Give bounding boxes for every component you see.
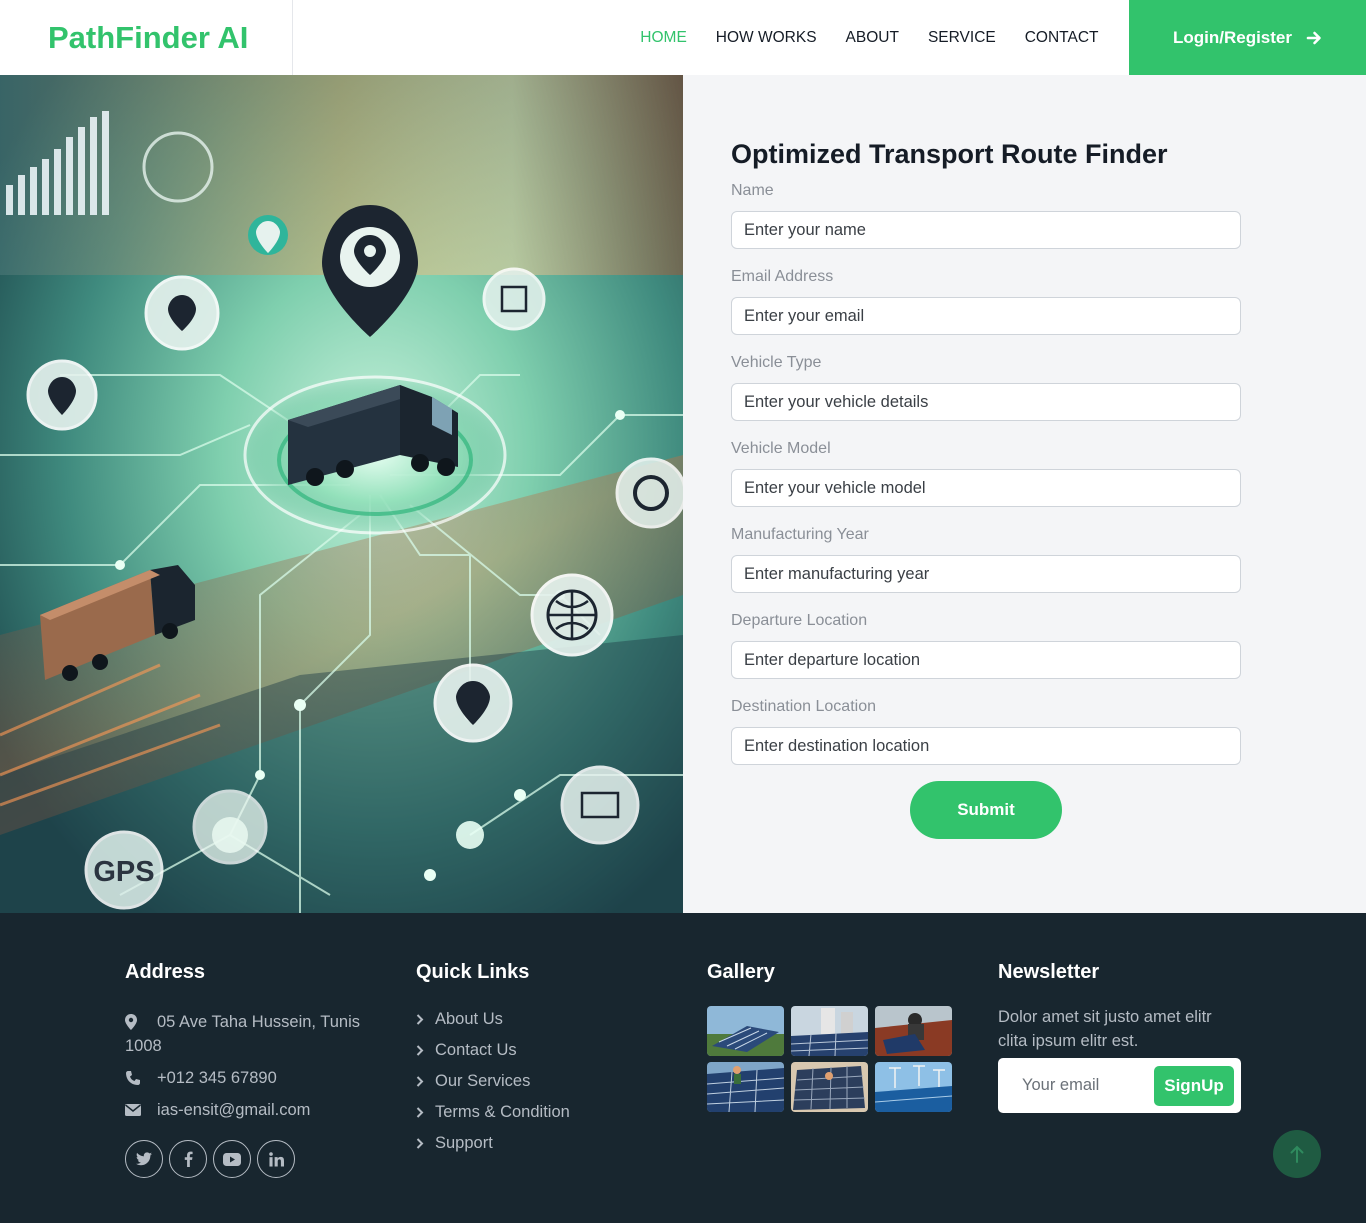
vehicle-type-label: Vehicle Type xyxy=(731,354,822,371)
newsletter-form: SignUp xyxy=(998,1058,1241,1113)
footer: Address 05 Ave Taha Hussein, Tunis 1008 … xyxy=(0,913,1366,1223)
manufacturing-year-label: Manufacturing Year xyxy=(731,526,869,543)
address-title: Address xyxy=(125,961,206,983)
address-phone: +012 345 67890 xyxy=(125,1066,375,1090)
quick-link-label: Contact Us xyxy=(435,1041,517,1059)
nav-links: HOME HOW WORKS ABOUT SERVICE CONTACT xyxy=(293,0,1129,75)
gps-route-illustration: GPS xyxy=(0,75,683,913)
quick-link-about-us[interactable]: About Us xyxy=(416,1004,656,1035)
address-email-text: ias-ensit@gmail.com xyxy=(157,1101,311,1119)
nav-home[interactable]: HOME xyxy=(640,29,687,47)
chevron-right-icon xyxy=(416,1014,435,1025)
quick-links-list: About Us Contact Us Our Services Terms &… xyxy=(416,1004,656,1159)
footer-gallery: Gallery xyxy=(707,961,957,1112)
footer-newsletter: Newsletter Dolor amet sit justo amet eli… xyxy=(998,961,1248,1113)
quick-link-label: About Us xyxy=(435,1010,503,1028)
destination-location-input[interactable] xyxy=(731,727,1241,765)
address-street-text: 05 Ave Taha Hussein, Tunis 1008 xyxy=(125,1013,361,1055)
phone-icon xyxy=(125,1066,157,1090)
gallery-thumb[interactable] xyxy=(791,1006,868,1056)
login-register-button[interactable]: Login/Register xyxy=(1129,0,1366,75)
name-label: Name xyxy=(731,182,774,199)
quick-link-support[interactable]: Support xyxy=(416,1128,656,1159)
quick-link-our-services[interactable]: Our Services xyxy=(416,1066,656,1097)
arrow-right-icon xyxy=(1306,31,1321,44)
chevron-right-icon xyxy=(416,1045,435,1056)
gallery-thumb[interactable] xyxy=(875,1006,952,1056)
route-finder-panel: Optimized Transport Route Finder Name Em… xyxy=(683,75,1366,913)
nav-about[interactable]: ABOUT xyxy=(846,29,899,47)
gallery-thumb[interactable] xyxy=(791,1062,868,1112)
gallery-thumb[interactable] xyxy=(875,1062,952,1112)
submit-container: Submit xyxy=(731,781,1241,839)
twitter-icon[interactable] xyxy=(125,1140,163,1178)
gallery-thumb[interactable] xyxy=(707,1062,784,1112)
vehicle-type-input[interactable] xyxy=(731,383,1241,421)
brand-container: PathFinder AI xyxy=(0,0,293,75)
linkedin-icon[interactable] xyxy=(257,1140,295,1178)
departure-location-label: Departure Location xyxy=(731,612,868,629)
map-marker-icon xyxy=(125,1010,137,1034)
quick-link-terms[interactable]: Terms & Condition xyxy=(416,1097,656,1128)
navbar: PathFinder AI HOME HOW WORKS ABOUT SERVI… xyxy=(0,0,1366,75)
gallery-grid xyxy=(707,1006,957,1112)
chevron-right-icon xyxy=(416,1138,435,1149)
chevron-right-icon xyxy=(416,1107,435,1118)
quick-links-title: Quick Links xyxy=(416,961,530,983)
social-links xyxy=(125,1140,375,1178)
arrow-up-icon xyxy=(1290,1145,1304,1163)
nav-contact[interactable]: CONTACT xyxy=(1025,29,1099,47)
address-email: ias-ensit@gmail.com xyxy=(125,1098,375,1122)
facebook-icon[interactable] xyxy=(169,1140,207,1178)
gallery-title: Gallery xyxy=(707,961,775,983)
footer-address: Address 05 Ave Taha Hussein, Tunis 1008 … xyxy=(125,961,375,1178)
newsletter-text: Dolor amet sit justo amet elitr clita ip… xyxy=(998,1008,1212,1050)
name-input[interactable] xyxy=(731,211,1241,249)
quick-link-contact-us[interactable]: Contact Us xyxy=(416,1035,656,1066)
nav-service[interactable]: SERVICE xyxy=(928,29,996,47)
email-input[interactable] xyxy=(731,297,1241,335)
youtube-icon[interactable] xyxy=(213,1140,251,1178)
envelope-icon xyxy=(125,1098,157,1122)
brand-logo[interactable]: PathFinder AI xyxy=(48,20,248,56)
quick-link-label: Our Services xyxy=(435,1072,531,1090)
vehicle-model-input[interactable] xyxy=(731,469,1241,507)
manufacturing-year-input[interactable] xyxy=(731,555,1241,593)
destination-location-label: Destination Location xyxy=(731,698,876,715)
back-to-top-button[interactable] xyxy=(1273,1130,1321,1178)
chevron-right-icon xyxy=(416,1076,435,1087)
departure-location-input[interactable] xyxy=(731,641,1241,679)
footer-quick-links: Quick Links About Us Contact Us Our Serv… xyxy=(416,961,656,1159)
nav-how-works[interactable]: HOW WORKS xyxy=(716,29,817,47)
hero-image: GPS xyxy=(0,75,683,913)
newsletter-title: Newsletter xyxy=(998,961,1100,983)
quick-link-label: Terms & Condition xyxy=(435,1103,570,1121)
address-street: 05 Ave Taha Hussein, Tunis 1008 xyxy=(125,1010,375,1058)
newsletter-email-input[interactable] xyxy=(998,1058,1148,1113)
route-finder-form: Optimized Transport Route Finder Name Em… xyxy=(731,139,1241,839)
vehicle-model-label: Vehicle Model xyxy=(731,440,831,457)
gps-badge-text: GPS xyxy=(93,856,154,888)
login-register-label: Login/Register xyxy=(1172,27,1292,47)
quick-link-label: Support xyxy=(435,1134,493,1152)
newsletter-signup-button[interactable]: SignUp xyxy=(1154,1066,1234,1106)
submit-button[interactable]: Submit xyxy=(910,781,1062,839)
email-label: Email Address xyxy=(731,268,834,285)
address-phone-text: +012 345 67890 xyxy=(157,1069,277,1087)
form-title: Optimized Transport Route Finder xyxy=(731,139,1168,169)
gallery-thumb[interactable] xyxy=(707,1006,784,1056)
